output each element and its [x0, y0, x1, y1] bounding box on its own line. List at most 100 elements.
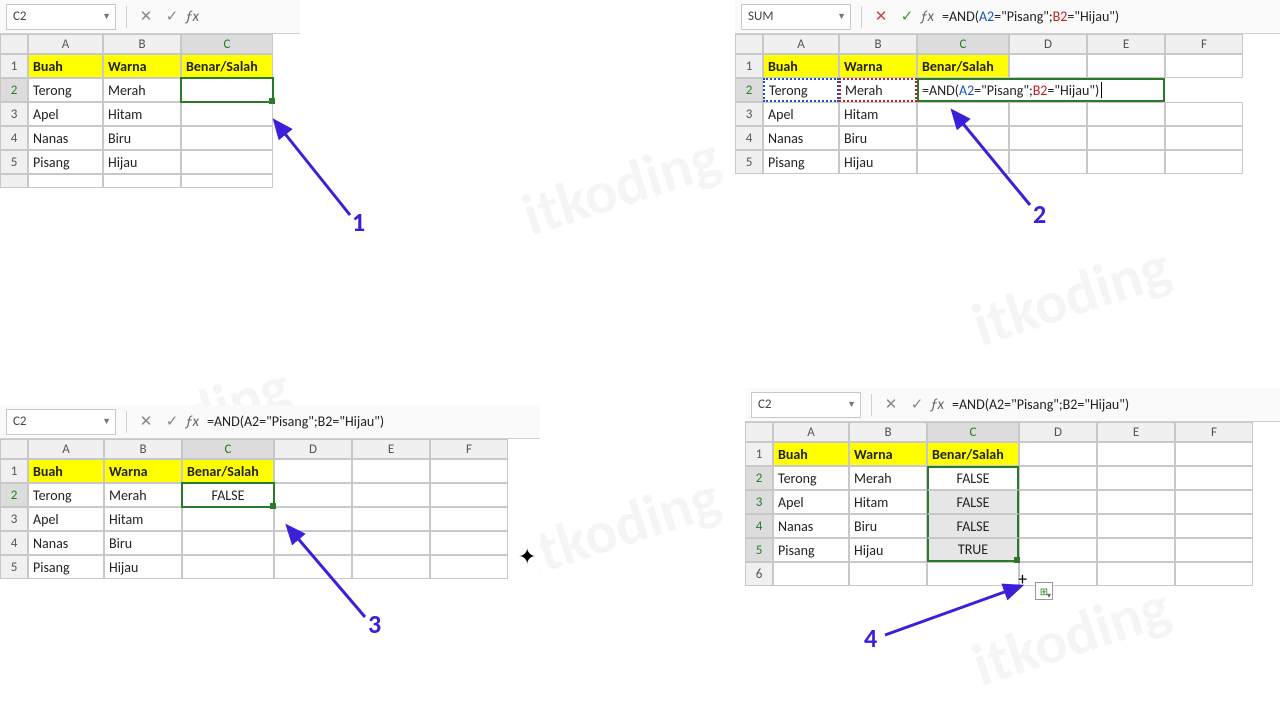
cell-B4[interactable]: Biru	[849, 514, 927, 538]
cell-F3[interactable]	[1175, 490, 1253, 514]
cell-D4[interactable]	[1019, 514, 1097, 538]
select-all-corner[interactable]	[735, 34, 763, 54]
cell-B2[interactable]: Merah	[103, 78, 181, 102]
cell-C2[interactable]: FALSE	[927, 466, 1019, 490]
cell-A6[interactable]	[773, 562, 849, 586]
cell-C1[interactable]: Benar/Salah	[927, 442, 1019, 466]
select-all-corner[interactable]	[745, 422, 773, 442]
cell-F5[interactable]	[1165, 150, 1243, 174]
cell-A3[interactable]: Apel	[28, 102, 103, 126]
cell-A2[interactable]: Terong	[28, 483, 104, 507]
col-header-D[interactable]: D	[274, 439, 352, 459]
cell-A1[interactable]: Buah	[773, 442, 849, 466]
row-header-3[interactable]: 3	[0, 102, 28, 126]
cell-A2-ref[interactable]: Terong	[763, 78, 839, 102]
cell-A2[interactable]: Terong	[773, 466, 849, 490]
cell-B2[interactable]: Merah	[104, 483, 182, 507]
fx-icon[interactable]: ƒx	[920, 8, 934, 26]
cell-B2[interactable]: Merah	[849, 466, 927, 490]
cell-D3[interactable]	[1019, 490, 1097, 514]
cell-A5[interactable]: Pisang	[28, 150, 103, 174]
cell-C5[interactable]: TRUE	[927, 538, 1019, 562]
row-header-3[interactable]: 3	[745, 490, 773, 514]
cell-F3[interactable]	[430, 507, 508, 531]
row-header-2[interactable]: 2	[735, 78, 763, 102]
name-box[interactable]: C2 ▼	[6, 4, 116, 30]
cell-F5[interactable]	[1175, 538, 1253, 562]
col-header-B[interactable]: B	[839, 34, 917, 54]
cell-E4[interactable]	[1097, 514, 1175, 538]
row-header-3[interactable]: 3	[735, 102, 763, 126]
name-box[interactable]: SUM ▼	[741, 4, 851, 30]
cell-E4[interactable]	[352, 531, 430, 555]
cell-B4[interactable]: Biru	[103, 126, 181, 150]
cell-E5[interactable]	[352, 555, 430, 579]
cell-C6[interactable]	[927, 562, 1019, 586]
cell-D4[interactable]	[274, 531, 352, 555]
cell-B6[interactable]	[849, 562, 927, 586]
cell-C4[interactable]	[181, 126, 273, 150]
cell-F4[interactable]	[430, 531, 508, 555]
chevron-down-icon[interactable]: ▼	[837, 11, 846, 22]
col-header-B[interactable]: B	[849, 422, 927, 442]
formula-cancel-icon[interactable]: ✕	[868, 4, 894, 30]
fill-handle-icon[interactable]	[1014, 557, 1020, 563]
cell-B1[interactable]: Warna	[849, 442, 927, 466]
row-header-1[interactable]: 1	[0, 54, 28, 78]
cell-E3[interactable]	[1097, 490, 1175, 514]
cell-E1[interactable]	[1087, 54, 1165, 78]
fx-icon[interactable]: ƒx	[185, 8, 199, 26]
cell-E1[interactable]	[1097, 442, 1175, 466]
row-header-5[interactable]: 5	[0, 150, 28, 174]
cell-D5[interactable]	[1009, 150, 1087, 174]
cell-A1[interactable]: Buah	[28, 54, 103, 78]
col-header-E[interactable]: E	[1087, 34, 1165, 54]
formula-accept-icon[interactable]: ✓	[894, 4, 920, 30]
cell-B3[interactable]: Hitam	[104, 507, 182, 531]
fx-icon[interactable]: ƒx	[930, 396, 944, 414]
cell-F1[interactable]	[1165, 54, 1243, 78]
cell-A1[interactable]: Buah	[763, 54, 839, 78]
fx-icon[interactable]: ƒx	[185, 413, 199, 431]
chevron-down-icon[interactable]: ▼	[102, 416, 111, 427]
cell-B5[interactable]: Hijau	[839, 150, 917, 174]
row-header-4[interactable]: 4	[0, 126, 28, 150]
cell-D1[interactable]	[1009, 54, 1087, 78]
cell-B2-ref[interactable]: Merah	[839, 78, 917, 102]
cell-B5[interactable]: Hijau	[104, 555, 182, 579]
cell-A3[interactable]: Apel	[773, 490, 849, 514]
row-header-6[interactable]	[0, 174, 28, 188]
cell-D5[interactable]	[1019, 538, 1097, 562]
row-header-2[interactable]: 2	[745, 466, 773, 490]
col-header-B[interactable]: B	[103, 34, 181, 54]
row-header-1[interactable]: 1	[745, 442, 773, 466]
col-header-B[interactable]: B	[104, 439, 182, 459]
cell-C6[interactable]	[181, 174, 273, 188]
col-header-C[interactable]: C	[927, 422, 1019, 442]
cell-B3[interactable]: Hitam	[839, 102, 917, 126]
cell-A4[interactable]: Nanas	[28, 126, 103, 150]
formula-bar-input[interactable]: =AND(A2="Pisang";B2="Hijau")	[942, 8, 1119, 25]
cell-A1[interactable]: Buah	[28, 459, 104, 483]
col-header-D[interactable]: D	[1009, 34, 1087, 54]
select-all-corner[interactable]	[0, 34, 28, 54]
cell-C5[interactable]	[181, 150, 273, 174]
cell-C3[interactable]	[182, 507, 274, 531]
cell-C5[interactable]	[182, 555, 274, 579]
cell-B3[interactable]: Hitam	[103, 102, 181, 126]
cell-B1[interactable]: Warna	[839, 54, 917, 78]
cell-F4[interactable]	[1175, 514, 1253, 538]
row-header-5[interactable]: 5	[735, 150, 763, 174]
cell-D1[interactable]	[1019, 442, 1097, 466]
col-header-F[interactable]: F	[430, 439, 508, 459]
row-header-1[interactable]: 1	[0, 459, 28, 483]
col-header-C[interactable]: C	[182, 439, 274, 459]
cell-D2[interactable]	[274, 483, 352, 507]
cell-E3[interactable]	[352, 507, 430, 531]
row-header-6[interactable]: 6	[745, 562, 773, 586]
row-header-2[interactable]: 2	[0, 78, 28, 102]
col-header-C[interactable]: C	[181, 34, 273, 54]
formula-bar-input[interactable]: =AND(A2="Pisang";B2="Hijau")	[952, 396, 1129, 413]
cell-D3[interactable]	[274, 507, 352, 531]
col-header-F[interactable]: F	[1175, 422, 1253, 442]
